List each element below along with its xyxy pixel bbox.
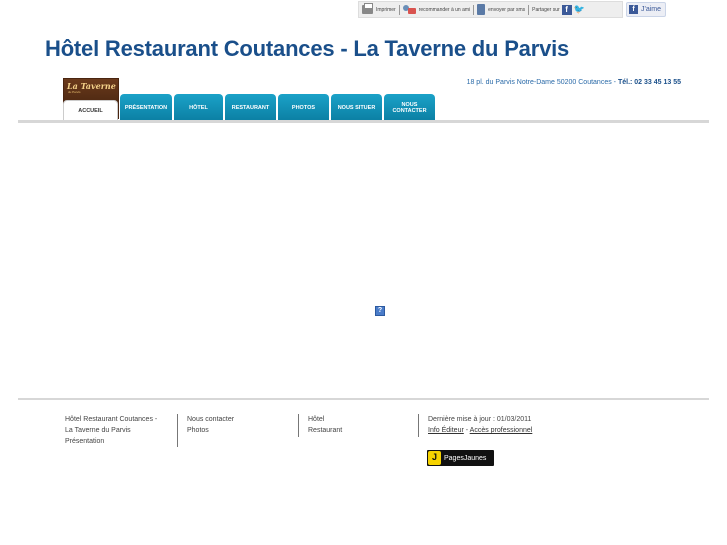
print-button[interactable]: Imprimer bbox=[359, 3, 399, 14]
footer-link-presentation[interactable]: Présentation bbox=[65, 436, 157, 447]
facebook-icon: f bbox=[629, 5, 638, 14]
recommend-label: recommander à un ami bbox=[418, 6, 471, 13]
recommend-button[interactable]: recommander à un ami bbox=[400, 4, 473, 15]
tab-restaurant[interactable]: RESTAURANT bbox=[225, 94, 276, 121]
footer-column-2: Nous contacter Photos bbox=[177, 414, 234, 447]
footer-column-3: Hôtel Restaurant bbox=[298, 414, 342, 437]
sms-button[interactable]: envoyer par sms bbox=[474, 4, 528, 15]
acces-professionnel-link[interactable]: Accès professionnel bbox=[470, 427, 533, 434]
footer-link-hotel[interactable]: Hôtel bbox=[308, 414, 342, 425]
utility-toolbar: Imprimer recommander à un ami envoyer pa… bbox=[358, 1, 623, 18]
share-label: Partager sur bbox=[532, 6, 560, 13]
page-title: Hôtel Restaurant Coutances - La Taverne … bbox=[45, 36, 570, 61]
footer-link-home-cont[interactable]: La Taverne du Parvis bbox=[65, 425, 157, 436]
pagesjaunes-logo-icon: J bbox=[428, 451, 441, 465]
footer-link-restaurant[interactable]: Restaurant bbox=[308, 425, 342, 436]
main-navigation: ACCUEIL PRÉSENTATION HÔTEL RESTAURANT PH… bbox=[63, 94, 437, 121]
footer-link-home[interactable]: Hôtel Restaurant Coutances - bbox=[65, 414, 157, 425]
facebook-like-button[interactable]: f J'aime bbox=[626, 2, 666, 17]
info-editeur-link[interactable]: Info Éditeur bbox=[428, 427, 464, 434]
page: Imprimer recommander à un ami envoyer pa… bbox=[0, 0, 727, 545]
phone-number: Tél.: 02 33 45 13 55 bbox=[617, 79, 681, 86]
tab-photos[interactable]: PHOTOS bbox=[278, 94, 329, 121]
recommend-friend-icon bbox=[402, 4, 416, 15]
share-group: Partager sur f 🐦 bbox=[529, 4, 588, 15]
mobile-phone-icon bbox=[477, 4, 486, 15]
missing-plugin-icon[interactable]: ? bbox=[375, 306, 385, 316]
footer-link-contact[interactable]: Nous contacter bbox=[187, 414, 234, 425]
sms-label: envoyer par sms bbox=[488, 6, 526, 13]
tab-accueil[interactable]: ACCUEIL bbox=[63, 100, 118, 121]
tab-presentation[interactable]: PRÉSENTATION bbox=[120, 94, 172, 121]
print-label: Imprimer bbox=[376, 6, 396, 13]
printer-icon bbox=[362, 3, 373, 14]
footer-divider bbox=[18, 398, 709, 400]
address-text: 18 pl. du Parvis Notre-Dame 50200 Coutan… bbox=[466, 79, 612, 86]
footer-links-row: Info Éditeur - Accès professionnel bbox=[428, 425, 532, 436]
contact-address: 18 pl. du Parvis Notre-Dame 50200 Coutan… bbox=[467, 79, 681, 86]
header-divider bbox=[18, 120, 709, 123]
pagesjaunes-label: PagesJaunes bbox=[444, 454, 487, 462]
tab-hotel[interactable]: HÔTEL bbox=[174, 94, 223, 121]
facebook-share-icon[interactable]: f bbox=[561, 4, 572, 15]
footer-link-photos[interactable]: Photos bbox=[187, 425, 234, 436]
twitter-share-icon[interactable]: 🐦 bbox=[574, 5, 585, 14]
footer-column-1: Hôtel Restaurant Coutances - La Taverne … bbox=[65, 414, 157, 447]
like-label: J'aime bbox=[641, 6, 662, 13]
tab-nous-contacter[interactable]: NOUS CONTACTER bbox=[384, 94, 435, 121]
tab-nous-situer[interactable]: NOUS SITUER bbox=[331, 94, 382, 121]
last-updated: Dernière mise à jour : 01/03/2011 bbox=[428, 416, 532, 423]
pagesjaunes-badge[interactable]: J PagesJaunes bbox=[427, 450, 494, 466]
footer-column-4: Dernière mise à jour : 01/03/2011 Info É… bbox=[418, 414, 532, 437]
